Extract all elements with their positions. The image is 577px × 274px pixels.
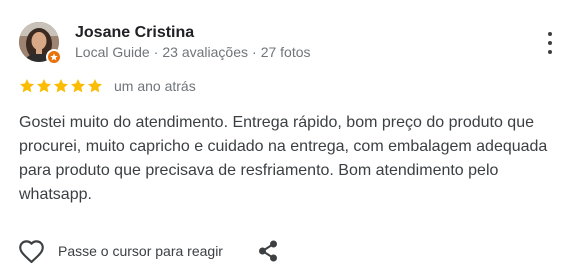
local-guide-label: Local Guide bbox=[75, 44, 150, 60]
share-icon[interactable] bbox=[257, 239, 279, 263]
author-meta: Local Guide · 23 avaliações · 27 fotos bbox=[75, 44, 311, 60]
heart-icon bbox=[19, 239, 44, 263]
photos-count: 27 fotos bbox=[260, 44, 311, 60]
star-icon bbox=[54, 79, 68, 93]
star-icon bbox=[37, 79, 51, 93]
star-icon bbox=[20, 79, 34, 93]
review-time: um ano atrás bbox=[114, 78, 196, 94]
star-icon bbox=[71, 79, 85, 93]
reviews-count: 23 avaliações bbox=[162, 44, 249, 60]
star-rating bbox=[19, 78, 103, 94]
react-button[interactable]: Passe o cursor para reagir bbox=[18, 239, 223, 264]
author-name[interactable]: Josane Cristina bbox=[75, 24, 194, 42]
local-guide-badge-icon bbox=[46, 49, 62, 65]
star-icon bbox=[88, 79, 102, 93]
react-label: Passe o cursor para reagir bbox=[58, 243, 223, 259]
review-card: Josane Cristina Local Guide · 23 avaliaçõe… bbox=[0, 0, 577, 274]
meta-separator: · bbox=[252, 44, 257, 60]
meta-separator: · bbox=[153, 44, 159, 60]
author-avatar-link[interactable] bbox=[19, 22, 62, 65]
review-actions: Passe o cursor para reagir bbox=[18, 236, 279, 266]
review-text: Gostei muito do atendimento. Entrega ráp… bbox=[19, 114, 548, 203]
more-options-icon[interactable] bbox=[538, 30, 562, 56]
rating-row: um ano atrás bbox=[19, 77, 196, 95]
